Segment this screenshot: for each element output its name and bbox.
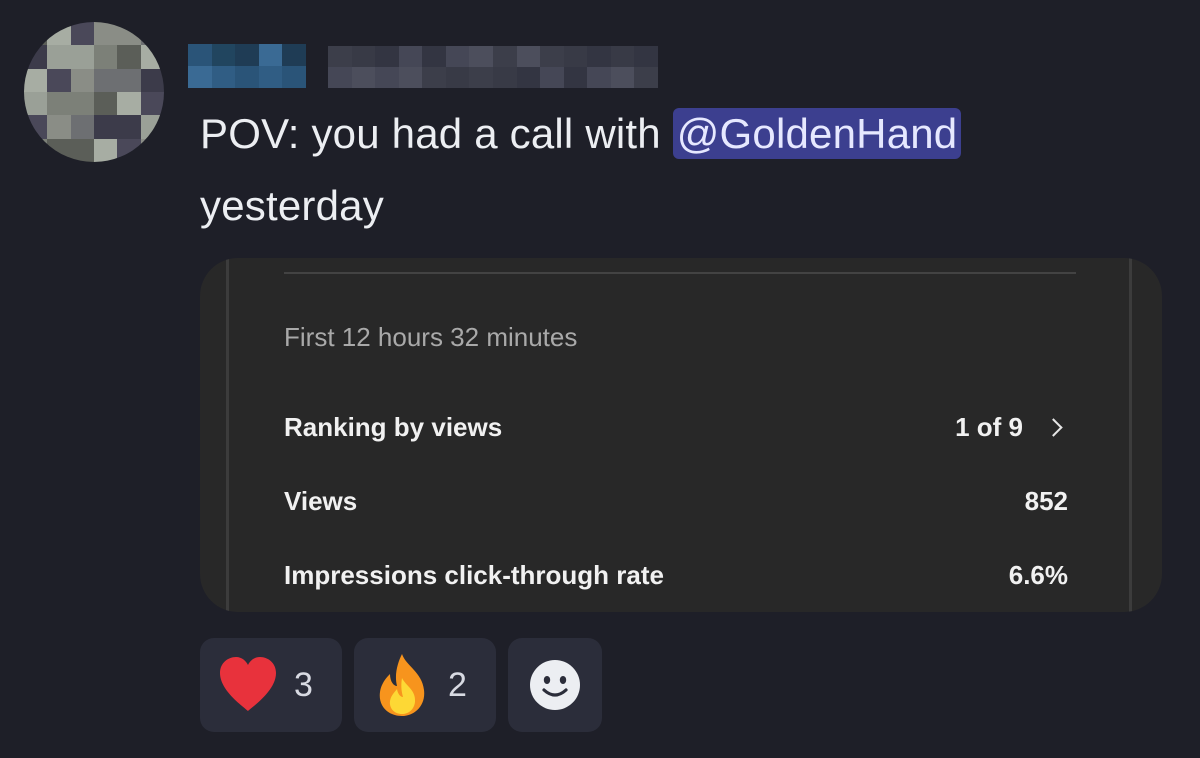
period-label: First 12 hours 32 minutes <box>284 322 578 352</box>
reaction-heart[interactable]: 3 <box>200 638 342 732</box>
message-text-after: yesterday <box>200 182 384 229</box>
reaction-count: 3 <box>294 665 313 704</box>
message-text: POV: you had a call with @GoldenHand yes… <box>200 98 1100 242</box>
add-reaction-button[interactable] <box>508 638 602 732</box>
reaction-fire[interactable]: 2 <box>354 638 496 732</box>
embed-edge-right <box>1129 258 1132 612</box>
message-text-before: POV: you had a call with <box>200 110 673 157</box>
fire-icon <box>379 654 425 716</box>
stat-label: Ranking by views <box>284 412 503 442</box>
heart-icon <box>220 657 276 711</box>
stat-row-views: Views 852 <box>284 486 1068 517</box>
smiley-icon <box>530 660 580 710</box>
reaction-bar: 3 2 <box>200 638 602 732</box>
user-mention[interactable]: @GoldenHand <box>672 108 962 159</box>
stat-label: Views <box>284 486 358 516</box>
stat-value: 852 <box>1024 486 1068 516</box>
avatar[interactable] <box>24 22 164 162</box>
embedded-screenshot[interactable]: First 12 hours 32 minutes Ranking by vie… <box>200 258 1162 612</box>
embed-edge-left <box>226 258 229 612</box>
stat-value: 1 of 9 <box>955 412 1023 442</box>
stat-row-ranking[interactable]: Ranking by views 1 of 9 <box>284 412 1068 443</box>
reaction-count: 2 <box>448 665 467 704</box>
chat-message: POV: you had a call with @GoldenHand yes… <box>0 0 1200 758</box>
chevron-right-icon <box>1044 418 1063 437</box>
stat-value: 6.6% <box>1008 560 1068 590</box>
timestamp-redacted <box>328 46 658 88</box>
username-redacted[interactable] <box>188 44 306 88</box>
stat-label: Impressions click-through rate <box>284 560 664 590</box>
stat-row-ctr: Impressions click-through rate 6.6% <box>284 560 1068 591</box>
embed-divider <box>284 272 1076 274</box>
